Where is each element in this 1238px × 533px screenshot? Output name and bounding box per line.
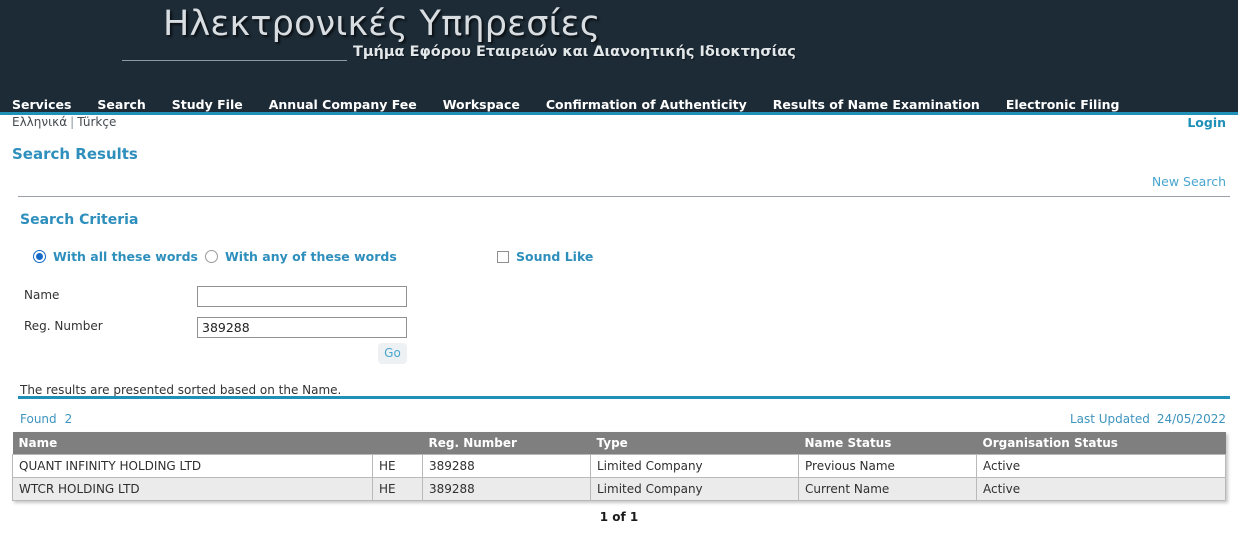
nav-item-workspace[interactable]: Workspace bbox=[443, 95, 520, 114]
site-header-banner: Ηλεκτρονικές Υπηρεσίες Τμήμα Εφόρου Εται… bbox=[0, 0, 1238, 96]
cell-organisation-status: Active bbox=[976, 477, 1226, 501]
found-count-label: Found 2 bbox=[20, 412, 72, 426]
cell-name[interactable]: QUANT INFINITY HOLDING LTD bbox=[12, 454, 373, 478]
column-header-organisation-status[interactable]: Organisation Status bbox=[976, 432, 1226, 455]
column-header-prefix bbox=[372, 432, 423, 455]
last-updated: Last Updated 24/05/2022 bbox=[1070, 412, 1226, 426]
language-link-greek[interactable]: Ελληνικά bbox=[12, 115, 67, 129]
page-title: Search Results bbox=[12, 145, 138, 163]
cell-organisation-status: Active bbox=[976, 454, 1226, 478]
option-label: Sound Like bbox=[516, 249, 594, 264]
last-updated-date: 24/05/2022 bbox=[1156, 412, 1226, 426]
option-with-any-of-these-words[interactable]: With any of these words bbox=[205, 249, 397, 264]
checkbox-sound-like[interactable] bbox=[497, 250, 509, 263]
column-header-name[interactable]: Name bbox=[12, 432, 373, 455]
field-row-name: Name bbox=[0, 286, 1238, 308]
reg-number-field-label: Reg. Number bbox=[24, 319, 103, 333]
name-field-label: Name bbox=[24, 288, 60, 302]
sort-note: The results are presented sorted based o… bbox=[20, 383, 342, 397]
option-label: With any of these words bbox=[225, 249, 397, 264]
login-link[interactable]: Login bbox=[1187, 115, 1226, 130]
nav-item-results-of-name-examination[interactable]: Results of Name Examination bbox=[773, 95, 980, 114]
section-divider bbox=[18, 196, 1230, 197]
language-switcher: Ελληνικά | Türkçe bbox=[12, 115, 116, 129]
results-divider bbox=[18, 396, 1230, 399]
language-link-turkish[interactable]: Türkçe bbox=[77, 115, 116, 129]
new-search-link[interactable]: New Search bbox=[1152, 174, 1226, 189]
radio-with-all-these-words[interactable] bbox=[33, 250, 46, 263]
nav-item-electronic-filing[interactable]: Electronic Filing bbox=[1006, 95, 1120, 114]
banner-divider-rule bbox=[122, 60, 347, 61]
nav-item-search[interactable]: Search bbox=[97, 95, 145, 114]
column-header-type[interactable]: Type bbox=[590, 432, 799, 455]
found-label: Found bbox=[20, 412, 57, 426]
column-header-name-status[interactable]: Name Status bbox=[798, 432, 977, 455]
nav-item-annual-company-fee[interactable]: Annual Company Fee bbox=[269, 95, 417, 114]
option-with-all-these-words[interactable]: With all these words bbox=[33, 249, 198, 264]
cell-prefix: HE bbox=[372, 477, 423, 501]
nav-item-services[interactable]: Services bbox=[12, 95, 71, 114]
nav-item-study-file[interactable]: Study File bbox=[172, 95, 243, 114]
site-title: Ηλεκτρονικές Υπηρεσίες bbox=[163, 4, 601, 44]
language-separator: | bbox=[70, 115, 75, 129]
table-header-row: Name Reg. Number Type Name Status Organi… bbox=[12, 432, 1226, 455]
search-criteria-heading: Search Criteria bbox=[20, 212, 139, 228]
option-sound-like[interactable]: Sound Like bbox=[497, 249, 593, 264]
found-count: 2 bbox=[64, 412, 73, 426]
table-row[interactable]: QUANT INFINITY HOLDING LTD HE 389288 Lim… bbox=[12, 454, 1226, 478]
pagination-indicator: 1 of 1 bbox=[599, 510, 639, 524]
go-button[interactable]: Go bbox=[378, 343, 407, 364]
last-updated-label: Last Updated bbox=[1069, 412, 1150, 426]
reg-number-input[interactable] bbox=[197, 317, 407, 338]
cell-type: Limited Company bbox=[590, 454, 799, 478]
cell-name-status: Previous Name bbox=[798, 454, 977, 478]
search-results-table: Name Reg. Number Type Name Status Organi… bbox=[12, 432, 1226, 501]
main-navigation: Services Search Study File Annual Compan… bbox=[0, 96, 1238, 115]
language-login-strip: Ελληνικά | Türkçe Login bbox=[0, 115, 1238, 133]
site-subtitle: Τμήμα Εφόρου Εταιρειών και Διανοητικής Ι… bbox=[353, 44, 796, 60]
cell-type: Limited Company bbox=[590, 477, 799, 501]
cell-name-status: Current Name bbox=[798, 477, 977, 501]
column-header-reg-number[interactable]: Reg. Number bbox=[422, 432, 591, 455]
cell-reg-number: 389288 bbox=[422, 477, 591, 501]
cell-name[interactable]: WTCR HOLDING LTD bbox=[12, 477, 373, 501]
cell-prefix: HE bbox=[372, 454, 423, 478]
name-input[interactable] bbox=[197, 286, 407, 307]
cell-reg-number: 389288 bbox=[422, 454, 591, 478]
field-row-reg-number: Reg. Number bbox=[0, 317, 1238, 339]
nav-item-confirmation-of-authenticity[interactable]: Confirmation of Authenticity bbox=[546, 95, 747, 114]
option-label: With all these words bbox=[53, 249, 198, 264]
radio-with-any-of-these-words[interactable] bbox=[205, 250, 218, 263]
table-row[interactable]: WTCR HOLDING LTD HE 389288 Limited Compa… bbox=[12, 477, 1226, 501]
search-options-row: With all these words With any of these w… bbox=[0, 249, 1238, 269]
